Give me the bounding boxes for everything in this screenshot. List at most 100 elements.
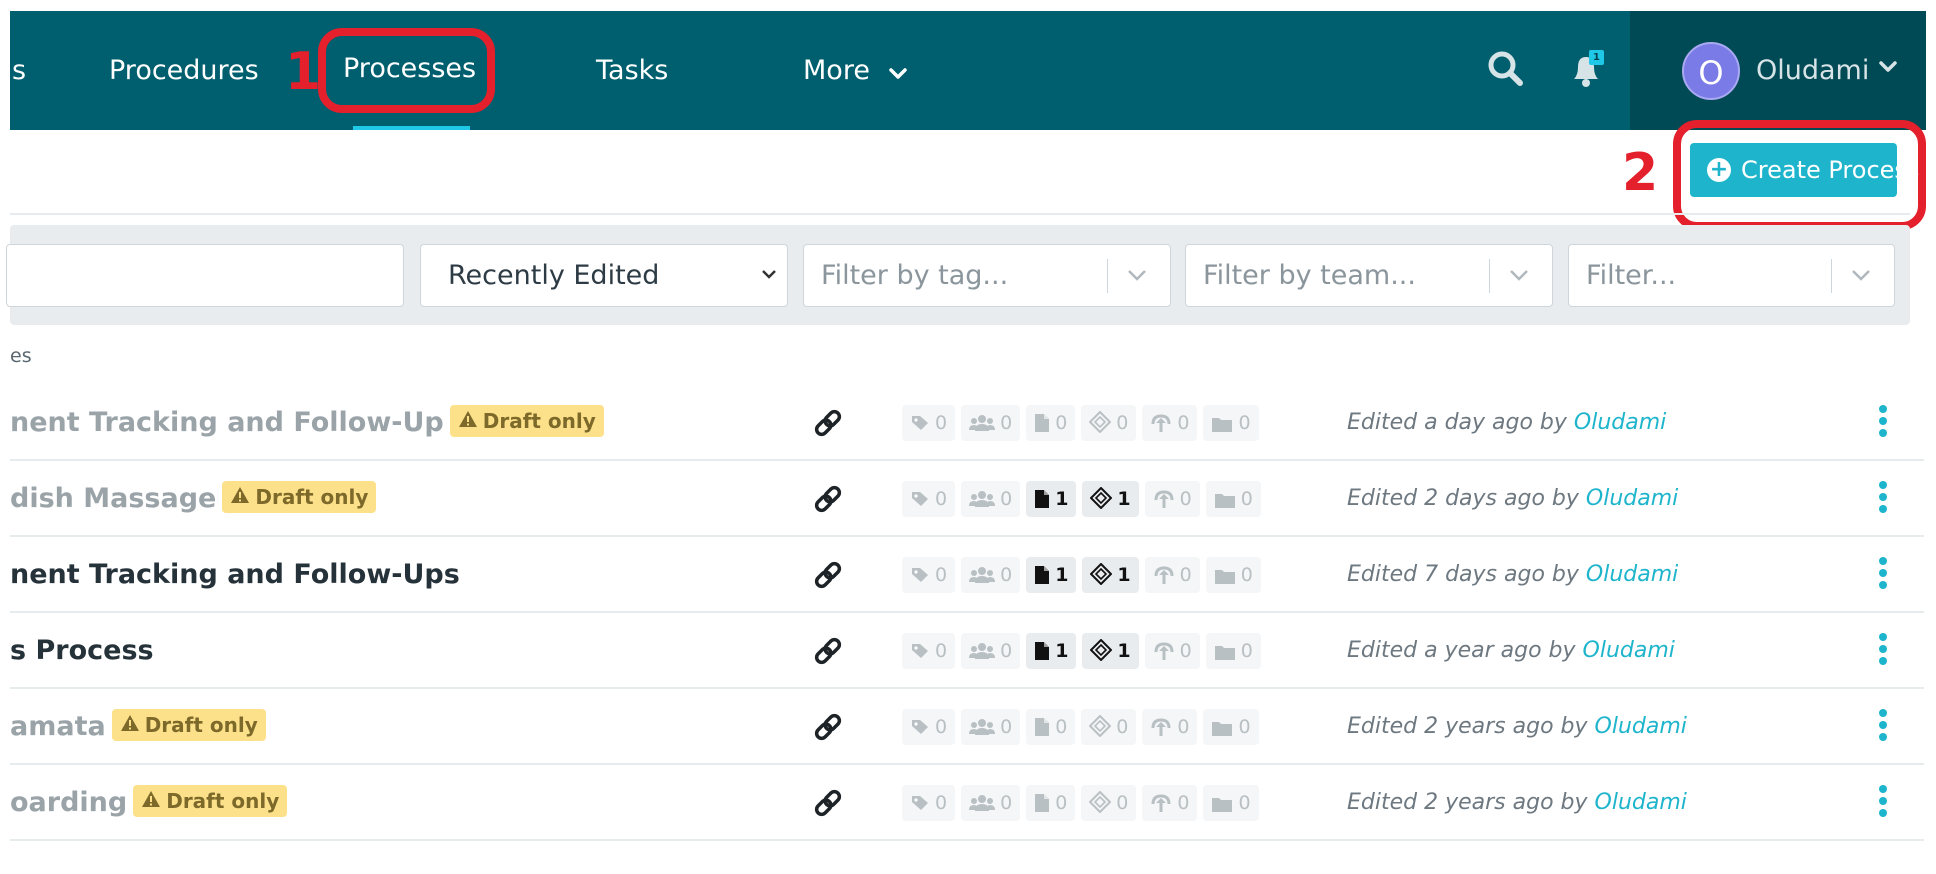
document-count: 0 (1026, 785, 1076, 821)
count-value: 1 (1055, 488, 1069, 510)
draft-badge: Draft only (133, 784, 288, 817)
bell-icon[interactable]: 1 (1564, 47, 1608, 91)
count-value: 0 (1179, 640, 1192, 662)
count-value: 0 (1055, 792, 1068, 814)
link-icon[interactable] (812, 407, 844, 439)
list-item[interactable]: s Process 0 0 1 1 0 0 Edited a year ago by Olud… (10, 613, 1924, 689)
filter-separator (1107, 259, 1108, 293)
editor-link[interactable]: Oludami (1586, 486, 1678, 511)
link-icon[interactable] (812, 787, 844, 819)
kebab-menu-icon[interactable] (1875, 557, 1891, 593)
list-item[interactable]: nent Tracking and Follow-Up Draft only 0 0 0… (10, 385, 1924, 461)
nav-item-more[interactable]: More (803, 11, 907, 130)
editor-link[interactable]: Oludami (1586, 562, 1678, 587)
search-icon[interactable] (1484, 47, 1528, 91)
diamond-icon (1090, 638, 1117, 662)
upload-icon (1150, 792, 1177, 814)
search-input[interactable] (6, 244, 404, 307)
draft-badge: Draft only (449, 404, 604, 437)
process-title[interactable]: oarding Draft only (10, 765, 288, 841)
tag-icon (910, 792, 935, 814)
draft-badge-label: Draft only (255, 484, 369, 509)
warning-icon (141, 785, 161, 817)
editor-link[interactable]: Oludami (1574, 410, 1666, 435)
list-item[interactable]: nent Tracking and Follow-Ups 0 0 1 1 0 0 Edited… (10, 537, 1924, 613)
process-stats: 0 0 0 0 0 0 (902, 709, 1265, 745)
nav-item-tasks[interactable]: Tasks (596, 11, 668, 130)
nav-item-partial[interactable]: s (12, 11, 26, 130)
tag-count: 0 (902, 785, 956, 821)
other-filter[interactable]: Filter... (1568, 244, 1895, 307)
process-title[interactable]: dish Massage Draft only (10, 461, 377, 537)
chevron-down-icon (1850, 245, 1872, 306)
editor-link[interactable]: Oludami (1595, 790, 1687, 815)
chevron-down-icon (1126, 245, 1148, 306)
kebab-menu-icon[interactable] (1875, 709, 1891, 745)
tag-filter[interactable]: Filter by tag... (803, 244, 1171, 307)
count-value: 0 (1240, 488, 1253, 510)
folder-count: 0 (1203, 709, 1259, 745)
count-value: 0 (1177, 792, 1190, 814)
editor-link[interactable]: Oludami (1595, 714, 1687, 739)
nav-item-procedures[interactable]: Procedures (109, 11, 259, 130)
document-count: 1 (1026, 633, 1077, 669)
process-stats: 0 0 1 1 0 0 (902, 633, 1267, 669)
link-icon[interactable] (812, 711, 844, 743)
team-count: 0 (961, 557, 1021, 593)
count-value: 0 (935, 792, 948, 814)
profile-menu[interactable]: O Oludami (1630, 11, 1926, 130)
process-title[interactable]: nent Tracking and Follow-Up Draft only (10, 385, 604, 461)
warning-icon (120, 709, 140, 741)
list-item[interactable]: dish Massage Draft only 0 0 1 1 0 0 Edited 2 day… (10, 461, 1924, 537)
process-title[interactable]: amata Draft only (10, 689, 266, 765)
link-icon[interactable] (812, 483, 844, 515)
team-icon (969, 564, 1000, 586)
team-icon (969, 716, 1000, 738)
team-icon (969, 640, 1000, 662)
kebab-menu-icon[interactable] (1875, 405, 1891, 441)
count-value: 1 (1117, 488, 1131, 510)
list-item[interactable]: amata Draft only 0 0 0 0 0 0 Edited 2 years ago … (10, 689, 1924, 765)
diamond-icon (1090, 562, 1117, 586)
team-count: 0 (961, 709, 1021, 745)
count-value: 0 (935, 488, 948, 510)
diamond-count: 0 (1081, 709, 1137, 745)
process-title-text: s Process (10, 635, 154, 666)
kebab-menu-icon[interactable] (1875, 633, 1891, 669)
count-value: 1 (1055, 564, 1069, 586)
list-item[interactable]: oarding Draft only 0 0 0 0 0 0 Edited 2 years ag… (10, 765, 1924, 841)
process-title-text: amata (10, 711, 106, 742)
edited-info: Edited a day ago by Oludami (1347, 385, 1666, 461)
count-value: 0 (935, 716, 948, 738)
count-value: 0 (1000, 792, 1013, 814)
create-process-button[interactable]: + Create Process (1690, 143, 1919, 197)
process-title[interactable]: nent Tracking and Follow-Ups (10, 537, 460, 613)
diamond-icon (1088, 410, 1116, 434)
document-icon (1034, 640, 1055, 662)
team-filter[interactable]: Filter by team... (1185, 244, 1553, 307)
sort-select[interactable]: Recently Edited (420, 244, 788, 307)
count-value: 1 (1117, 640, 1131, 662)
kebab-menu-icon[interactable] (1875, 481, 1891, 517)
draft-badge: Draft only (222, 480, 377, 513)
folder-icon (1211, 792, 1238, 814)
plus-circle-icon: + (1707, 158, 1731, 182)
diamond-icon (1088, 790, 1116, 814)
document-icon (1034, 412, 1055, 434)
tag-count: 0 (902, 709, 956, 745)
link-icon[interactable] (812, 635, 844, 667)
count-value: 1 (1117, 564, 1131, 586)
team-icon (969, 488, 1000, 510)
kebab-menu-icon[interactable] (1875, 785, 1891, 821)
annotation-ring-processes (318, 28, 495, 113)
chevron-down-icon (761, 245, 777, 306)
edited-text: Edited 2 days ago by (1347, 486, 1579, 511)
profile-name: Oludami (1756, 55, 1870, 86)
chevron-down-icon (1508, 245, 1530, 306)
editor-link[interactable]: Oludami (1583, 638, 1675, 663)
document-icon (1034, 716, 1055, 738)
process-stats: 0 0 1 1 0 0 (902, 481, 1267, 517)
count-value: 0 (1240, 640, 1253, 662)
process-title[interactable]: s Process (10, 613, 154, 689)
link-icon[interactable] (812, 559, 844, 591)
